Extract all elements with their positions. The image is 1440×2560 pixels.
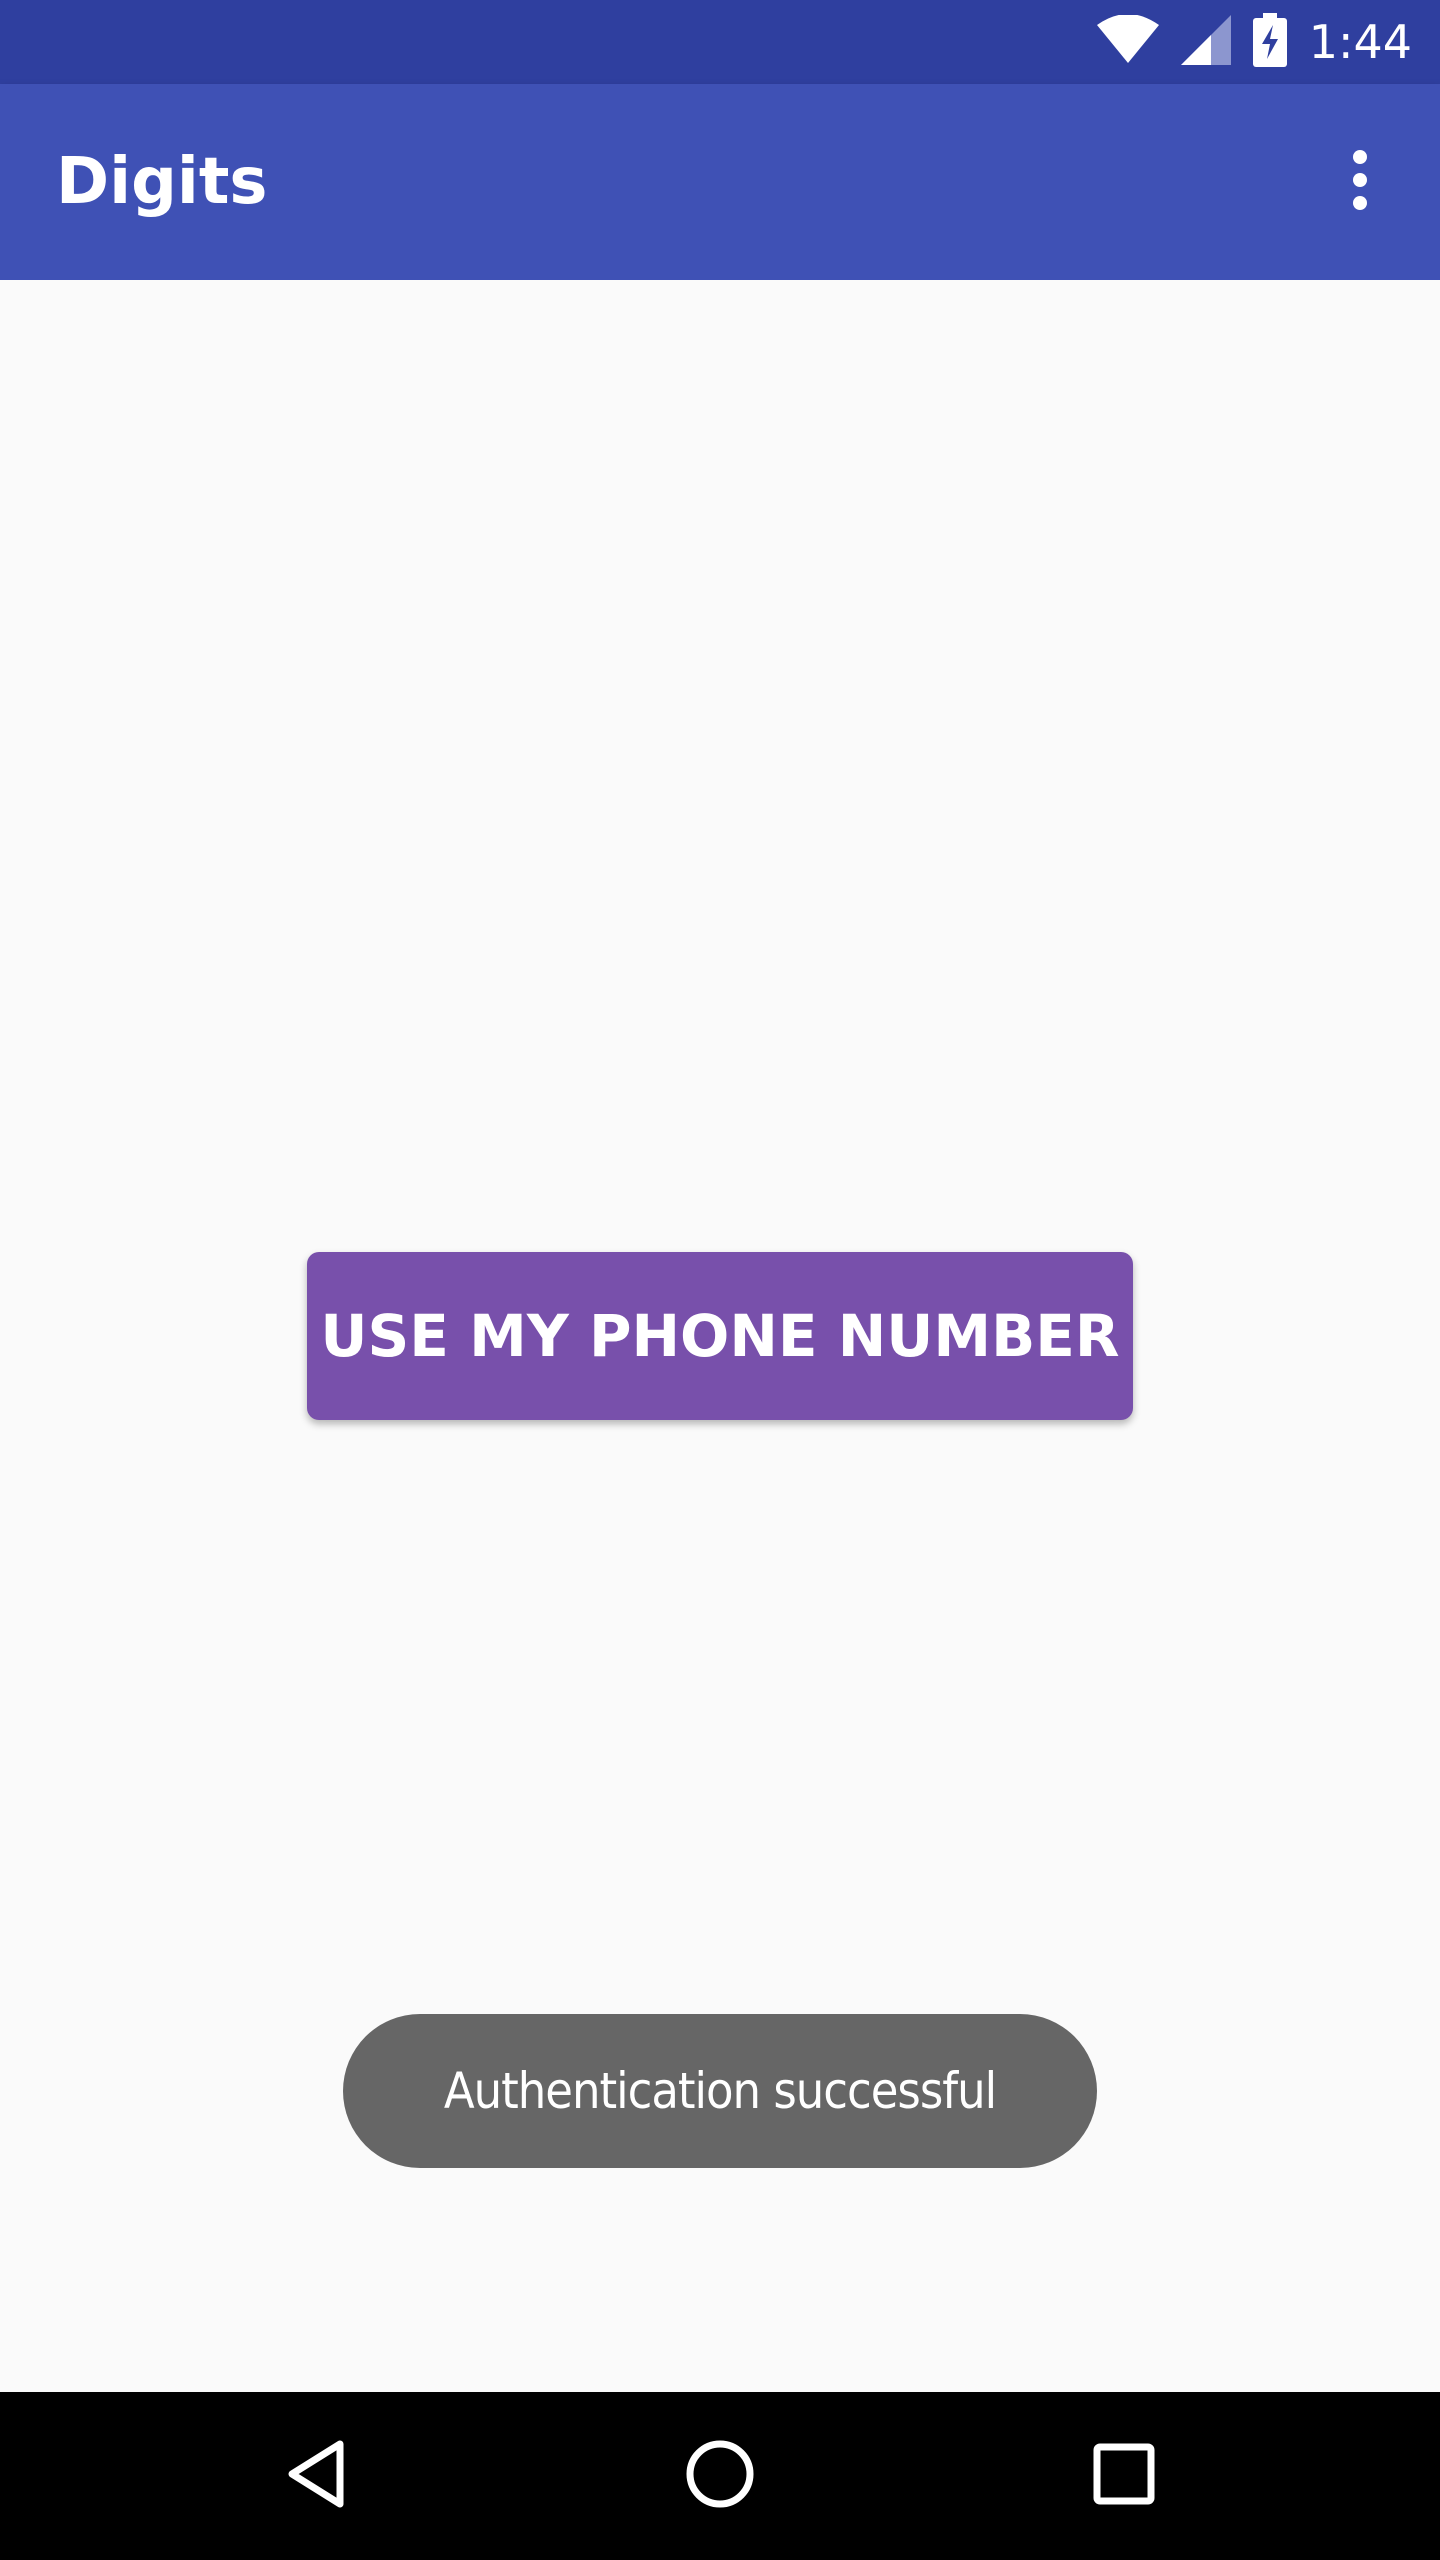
battery-charging-icon [1252, 13, 1287, 71]
recents-icon [1093, 2443, 1155, 2509]
toast-message: Authentication successful [443, 2062, 997, 2120]
status-icons: 1:44 [1096, 0, 1412, 84]
app-bar: Digits [0, 84, 1440, 280]
app-title: Digits [56, 145, 268, 219]
cell-signal-icon [1180, 15, 1231, 69]
home-button[interactable] [640, 2392, 800, 2560]
back-button[interactable] [236, 2392, 396, 2560]
home-icon [685, 2439, 755, 2513]
back-icon [284, 2438, 348, 2514]
overflow-menu-icon [1350, 149, 1370, 215]
status-bar: 1:44 [0, 0, 1440, 84]
use-my-phone-number-button[interactable]: USE MY PHONE NUMBER [307, 1252, 1133, 1420]
overflow-menu-button[interactable] [1310, 132, 1410, 232]
status-time: 1:44 [1308, 15, 1412, 69]
toast: Authentication successful [343, 2014, 1097, 2168]
nav-bar [0, 2392, 1440, 2560]
wifi-icon [1096, 14, 1159, 69]
recents-button[interactable] [1044, 2392, 1204, 2560]
